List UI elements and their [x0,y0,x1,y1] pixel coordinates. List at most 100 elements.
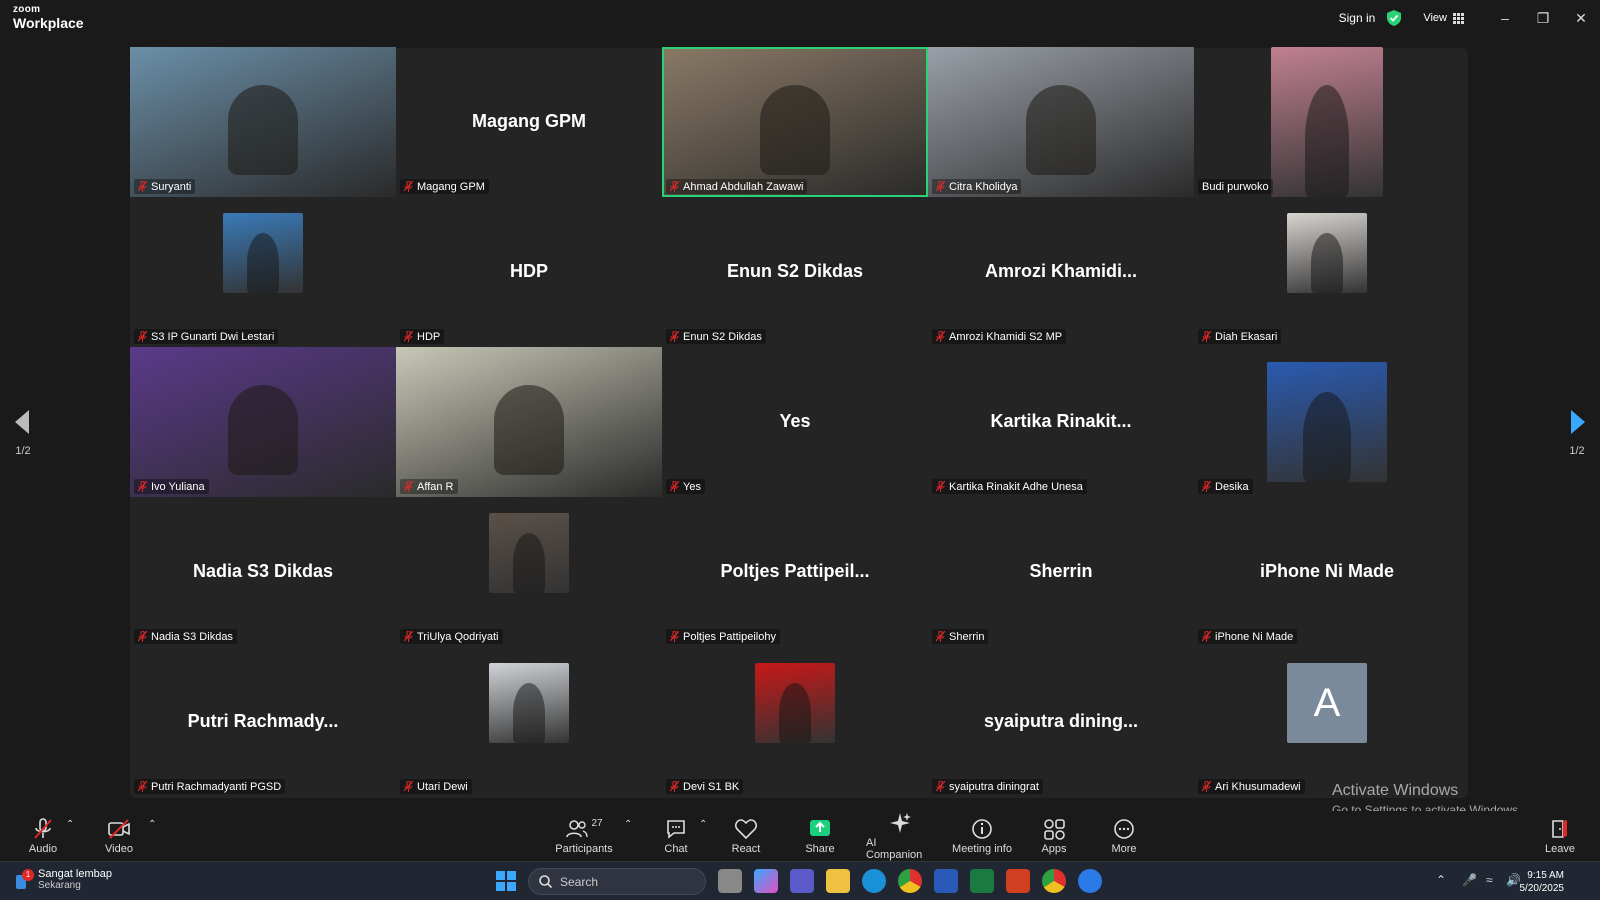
mic-muted-icon [1202,631,1211,642]
participant-name-label: Suryanti [134,179,196,194]
zoom-taskbar-icon[interactable] [1078,869,1102,893]
weather-icon: 1 [14,868,34,891]
weather-widget[interactable]: 1 Sangat lembap Sekarang [14,868,112,891]
tray-chevron-icon[interactable]: ⌃ [1436,873,1446,887]
copilot-icon[interactable] [754,869,778,893]
participant-tile[interactable]: Yes Yes [662,347,928,497]
ai-companion-label: AI Companion [866,836,923,861]
view-label: View [1423,12,1447,24]
participant-tile[interactable]: syaiputra dining... syaiputra diningrat [928,647,1194,797]
taskbar-search[interactable]: Search [528,868,706,895]
restore-icon[interactable]: ❐ [1524,0,1562,36]
teams-icon[interactable] [790,869,814,893]
participant-name: Suryanti [151,180,192,193]
participant-tile[interactable]: Sherrin Sherrin [928,497,1194,647]
participant-tile[interactable]: TriUlya Qodriyati [396,497,662,647]
prev-page-button[interactable]: 1/2 [8,410,38,457]
participants-options-chevron-icon[interactable]: ⌃ [624,819,632,830]
participant-display-name: Kartika Rinakit... [990,411,1132,431]
clock[interactable]: 9:15 AM 5/20/2025 [1520,869,1565,895]
participant-display-name: iPhone Ni Made [1259,561,1394,581]
video-options-chevron-icon[interactable]: ⌃ [148,819,156,830]
chat-options-chevron-icon[interactable]: ⌃ [699,819,707,830]
participant-tile[interactable]: HDP HDP [396,197,662,347]
participant-tile[interactable]: Suryanti [130,47,396,197]
participant-name-label: Nadia S3 Dikdas [134,629,237,644]
mic-muted-icon [404,481,413,492]
mic-muted-icon [1202,781,1211,792]
participant-tile[interactable]: Nadia S3 Dikdas Nadia S3 Dikdas [130,497,396,647]
participant-tile[interactable]: Putri Rachmady... Putri Rachmadyanti PGSD [130,647,396,797]
more-button[interactable]: More [1108,811,1140,861]
participant-tile[interactable]: Amrozi Khamidi... Amrozi Khamidi S2 MP [928,197,1194,347]
participant-avatar [489,663,569,743]
excel-icon[interactable] [970,869,994,893]
participant-tile[interactable]: Ahmad Abdullah Zawawi [662,47,928,197]
participant-tile[interactable]: Budi purwoko [1194,47,1460,197]
participant-tile[interactable]: Ivo Yuliana [130,347,396,497]
task-view-icon[interactable] [718,869,742,893]
participant-tile[interactable]: Poltjes Pattipeil... Poltjes Pattipeilohy [662,497,928,647]
zoom-logo: zoom Workplace [13,5,84,31]
apps-button[interactable]: Apps [1038,811,1070,861]
meeting-info-button[interactable]: Meeting info [950,811,1014,861]
participant-tile[interactable]: A Ari Khusumadewi [1194,647,1460,797]
participant-avatar [489,513,569,593]
powerpoint-icon[interactable] [1006,869,1030,893]
next-page-button[interactable]: 1/2 [1562,410,1592,457]
chat-button[interactable]: Chat [660,811,692,861]
participant-tile[interactable]: Desika [1194,347,1460,497]
edge-icon[interactable] [862,869,886,893]
mic-muted-icon [138,781,147,792]
participant-name: Ahmad Abdullah Zawawi [683,180,804,193]
mic-muted-icon [936,331,945,342]
mic-muted-icon [936,631,945,642]
participant-video [228,385,298,475]
windows-start-icon[interactable] [494,869,518,893]
participant-name: Budi purwoko [1202,180,1269,193]
audio-button[interactable]: Audio [26,811,60,861]
participant-tile[interactable]: Magang GPM Magang GPM [396,47,662,197]
view-button[interactable]: View [1423,12,1464,24]
mic-muted-icon [670,481,679,492]
participant-name-label: Ivo Yuliana [134,479,209,494]
participant-tile[interactable]: Diah Ekasari [1194,197,1460,347]
close-icon[interactable]: ✕ [1562,0,1600,36]
participants-button[interactable]: 27 Participants [555,811,612,861]
chrome-profile-icon[interactable] [1042,869,1066,893]
participant-tile[interactable]: Kartika Rinakit... Kartika Rinakit Adhe U… [928,347,1194,497]
participant-tile[interactable]: Enun S2 Dikdas Enun S2 Dikdas [662,197,928,347]
participant-tile[interactable]: iPhone Ni Made iPhone Ni Made [1194,497,1460,647]
participant-tile[interactable]: Citra Kholidya [928,47,1194,197]
participant-video [760,85,830,175]
leave-icon [1552,819,1567,838]
participant-name: Affan R [417,480,454,493]
react-button[interactable]: React [730,811,762,861]
share-button[interactable]: Share [804,811,836,861]
leave-button[interactable]: Leave [1544,811,1576,861]
microphone-tray-icon[interactable]: 🎤 [1462,873,1477,887]
file-explorer-icon[interactable] [826,869,850,893]
participant-name: Yes [683,480,701,493]
audio-options-chevron-icon[interactable]: ⌃ [66,819,74,830]
participant-tile[interactable]: Affan R [396,347,662,497]
leave-label: Leave [1545,842,1575,855]
participant-display-name: Magang GPM [471,111,586,131]
word-icon[interactable] [934,869,958,893]
participant-tile[interactable]: S3 IP Gunarti Dwi Lestari [130,197,396,347]
page-indicator-left: 1/2 [15,445,31,457]
participant-tile[interactable]: Devi S1 BK [662,647,928,797]
participant-tile[interactable]: Utari Dewi [396,647,662,797]
sparkle-icon [890,812,911,833]
participant-name: iPhone Ni Made [1215,630,1294,643]
participant-display-name: Putri Rachmady... [187,711,339,731]
wifi-icon[interactable]: ≈ [1486,873,1493,887]
chrome-icon[interactable] [898,869,922,893]
sign-in-link[interactable]: Sign in [1339,11,1376,25]
ai-companion-button[interactable]: AI Companion [866,811,934,861]
participant-name: Devi S1 BK [683,780,740,793]
minimize-icon[interactable]: – [1486,0,1524,36]
page-indicator-right: 1/2 [1569,445,1585,457]
clock-date: 5/20/2025 [1519,883,1565,894]
video-button[interactable]: Video [102,811,136,861]
